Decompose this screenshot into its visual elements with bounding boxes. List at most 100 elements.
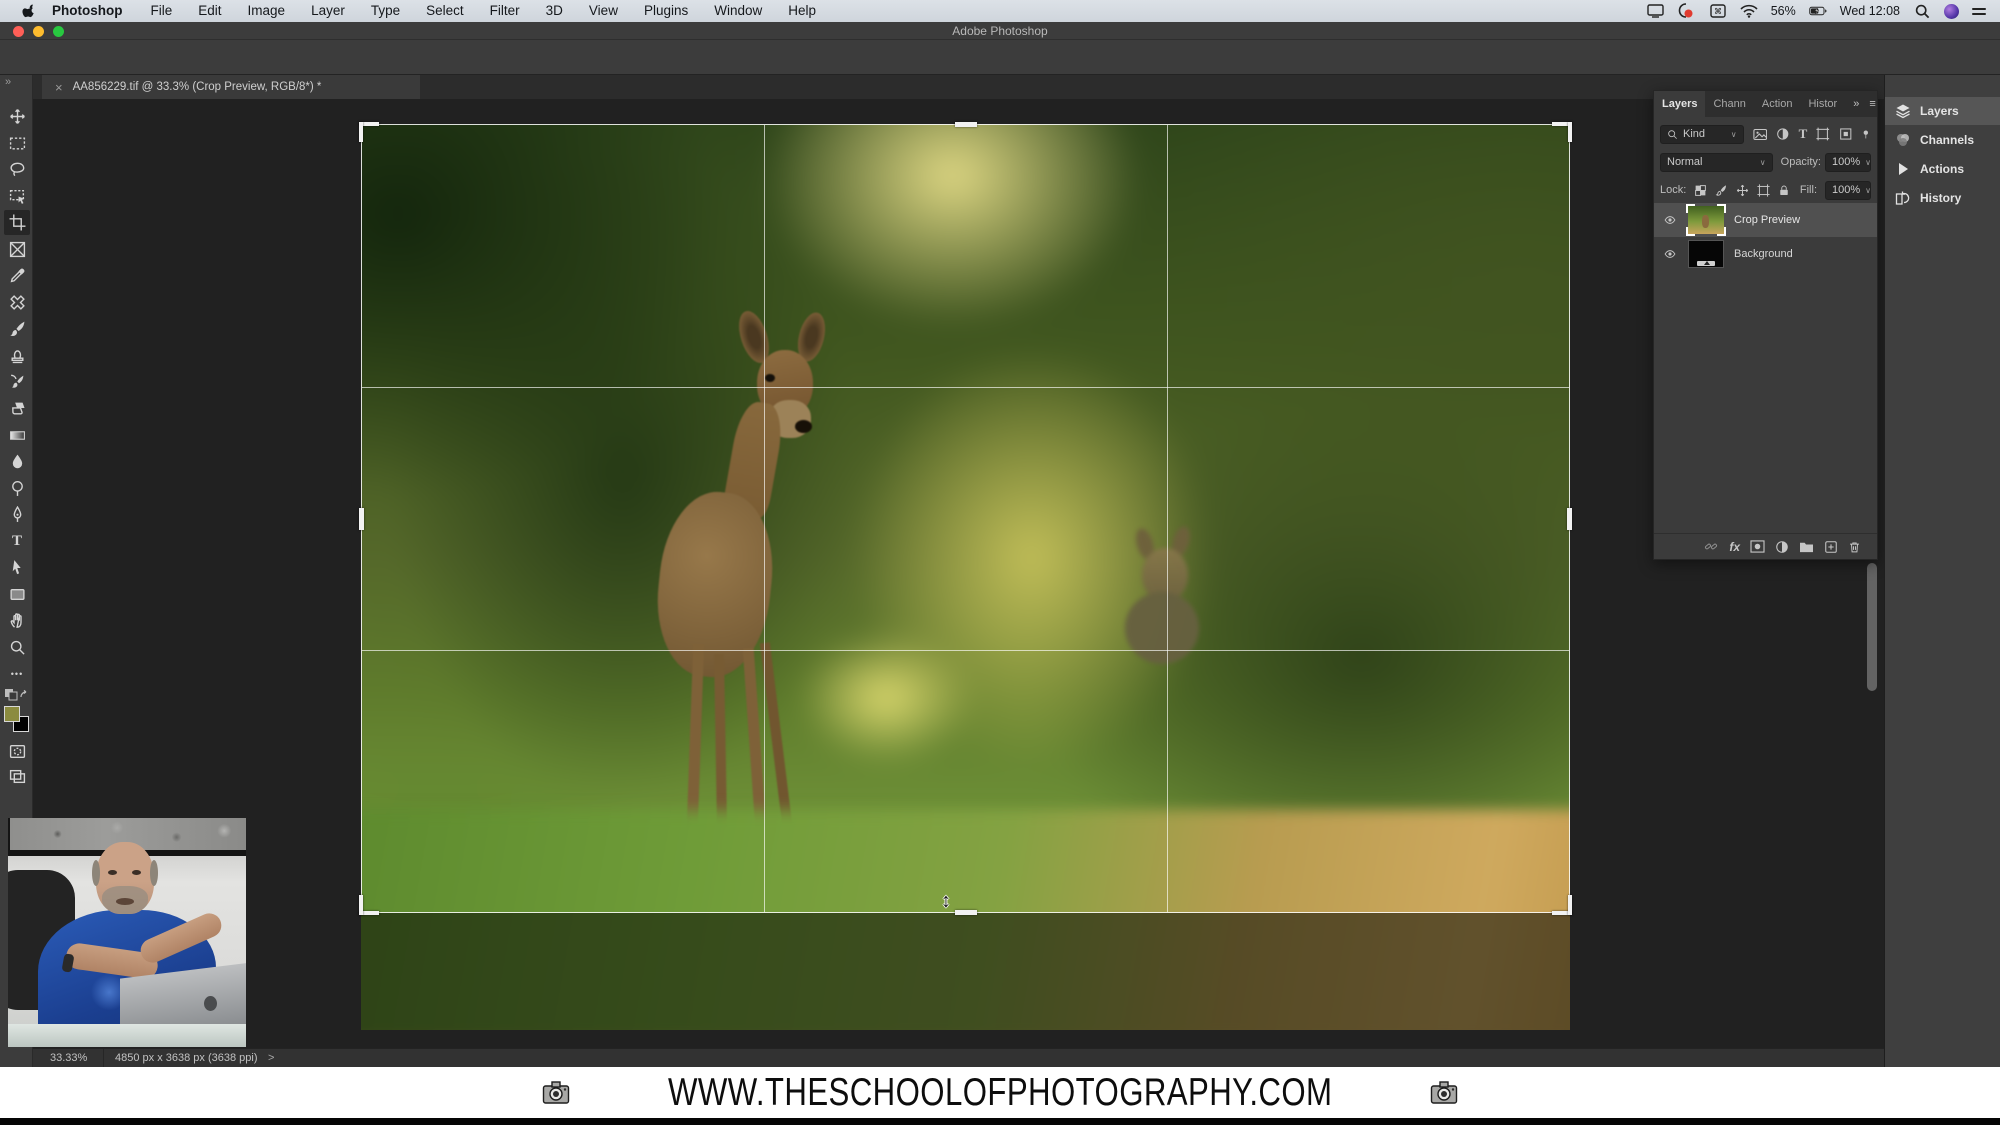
crop-handle-top-left[interactable]	[359, 122, 363, 142]
menu-plugins[interactable]: Plugins	[631, 0, 701, 22]
add-layer-mask-icon[interactable]	[1750, 540, 1765, 553]
quick-mask-icon[interactable]	[4, 739, 30, 764]
lock-pixels-icon[interactable]	[1715, 184, 1728, 197]
blend-mode-select[interactable]: Normal ∨	[1660, 153, 1773, 172]
layer-visibility-eye-icon[interactable]	[1662, 214, 1678, 226]
layer-row-background[interactable]: Background	[1654, 237, 1877, 271]
apple-menu-icon[interactable]	[22, 3, 37, 19]
link-layers-icon[interactable]	[1703, 540, 1719, 553]
zoom-level-value[interactable]: 33.33%	[50, 1052, 87, 1064]
crop-handle-left[interactable]	[359, 508, 364, 530]
menu-help[interactable]: Help	[775, 0, 829, 22]
close-tab-icon[interactable]: ×	[55, 80, 63, 95]
crop-handle-top[interactable]	[955, 122, 977, 127]
hand-tool[interactable]	[4, 608, 30, 633]
history-brush-tool[interactable]	[4, 369, 30, 394]
crop-bounding-box[interactable]	[361, 124, 1570, 913]
vertical-scrollbar-thumb[interactable]	[1867, 563, 1877, 691]
keyboard-shortcut-icon[interactable]: ⌘	[1709, 4, 1727, 19]
menu-select[interactable]: Select	[413, 0, 477, 22]
new-group-icon[interactable]	[1799, 540, 1814, 553]
filter-toggle-icon[interactable]	[1861, 127, 1871, 142]
opacity-select[interactable]: 100% ∨	[1825, 153, 1871, 172]
filter-type-layers-icon[interactable]: T	[1799, 126, 1808, 142]
filter-pixel-layers-icon[interactable]	[1753, 128, 1768, 141]
new-layer-icon[interactable]	[1824, 540, 1838, 554]
crop-handle-bottom[interactable]	[955, 910, 977, 915]
lock-all-icon[interactable]	[1778, 184, 1790, 197]
document-tab[interactable]: × AA856229.tif @ 33.3% (Crop Preview, RG…	[42, 75, 420, 99]
filter-smart-objects-icon[interactable]	[1839, 127, 1853, 141]
menu-type[interactable]: Type	[358, 0, 413, 22]
minimize-window-button[interactable]	[33, 26, 44, 37]
new-adjustment-layer-icon[interactable]	[1775, 540, 1789, 554]
eyedropper-tool[interactable]	[4, 263, 30, 288]
menu-filter[interactable]: Filter	[477, 0, 533, 22]
crop-handle-top-right[interactable]	[1568, 122, 1572, 142]
tools-collapse-icon[interactable]: »	[5, 76, 11, 88]
menu-edit[interactable]: Edit	[185, 0, 234, 22]
dodge-tool[interactable]	[4, 476, 30, 501]
screen-mode-icon[interactable]	[4, 764, 30, 789]
eraser-tool[interactable]	[4, 396, 30, 421]
layer-row-crop-preview[interactable]: Crop Preview	[1654, 203, 1877, 237]
lock-transparency-icon[interactable]	[1694, 184, 1707, 197]
layer-thumbnail[interactable]	[1688, 240, 1724, 268]
crop-handle-right[interactable]	[1567, 508, 1572, 530]
wifi-icon[interactable]	[1740, 4, 1758, 19]
clone-stamp-tool[interactable]	[4, 343, 30, 368]
menu-photoshop[interactable]: Photoshop	[37, 0, 138, 22]
foreground-color-swatch[interactable]	[4, 706, 20, 722]
layer-thumbnail[interactable]	[1688, 206, 1724, 234]
dock-button-channels[interactable]: Channels	[1885, 126, 2000, 154]
object-selection-tool[interactable]	[4, 184, 30, 209]
panel-menu-icon[interactable]: ≡	[1867, 91, 1883, 117]
frame-tool[interactable]	[4, 237, 30, 262]
menu-image[interactable]: Image	[235, 0, 299, 22]
lock-artboard-icon[interactable]	[1757, 184, 1770, 197]
delete-layer-icon[interactable]	[1848, 540, 1861, 554]
dock-button-layers[interactable]: Layers	[1885, 97, 2000, 125]
tab-actions[interactable]: Action	[1754, 91, 1801, 117]
layer-style-fx-icon[interactable]: fx	[1729, 540, 1740, 554]
filter-adjustment-layers-icon[interactable]	[1776, 127, 1790, 141]
brush-tool[interactable]	[4, 316, 30, 341]
dock-button-actions[interactable]: Actions	[1885, 155, 2000, 183]
menu-view[interactable]: View	[576, 0, 631, 22]
close-window-button[interactable]	[13, 26, 24, 37]
shape-tool[interactable]	[4, 582, 30, 607]
menu-file[interactable]: File	[138, 0, 186, 22]
gradient-tool[interactable]	[4, 423, 30, 448]
tab-layers[interactable]: Layers	[1654, 91, 1705, 117]
dock-button-history[interactable]: History	[1885, 184, 2000, 212]
swap-colors-icon[interactable]	[4, 688, 28, 707]
menu-window[interactable]: Window	[701, 0, 775, 22]
lasso-tool[interactable]	[4, 157, 30, 182]
tab-history[interactable]: Histor	[1800, 91, 1845, 117]
lock-position-icon[interactable]	[1736, 184, 1749, 197]
pen-tool[interactable]	[4, 502, 30, 527]
marquee-tool[interactable]	[4, 131, 30, 156]
recording-indicator-icon[interactable]	[1678, 4, 1696, 19]
layer-name[interactable]: Background	[1734, 248, 1793, 260]
siri-icon[interactable]	[1944, 4, 1959, 19]
menu-3d[interactable]: 3D	[533, 0, 576, 22]
zoom-tool[interactable]	[4, 635, 30, 660]
status-chevron-icon[interactable]: >	[268, 1052, 274, 1064]
control-center-icon[interactable]	[1972, 8, 1986, 15]
edit-toolbar-icon[interactable]: •••	[4, 661, 30, 686]
menubar-clock[interactable]: Wed 12:08	[1840, 4, 1900, 18]
type-tool[interactable]: T	[4, 529, 30, 554]
spot-healing-brush-tool[interactable]	[4, 290, 30, 315]
crop-handle-bottom-right[interactable]	[1568, 895, 1572, 915]
layer-visibility-eye-icon[interactable]	[1662, 248, 1678, 260]
layer-filter-kind-select[interactable]: Kind ∨	[1660, 125, 1744, 144]
layer-name[interactable]: Crop Preview	[1734, 214, 1800, 226]
spotlight-search-icon[interactable]	[1913, 4, 1931, 19]
screen-mirroring-icon[interactable]	[1647, 4, 1665, 19]
path-selection-tool[interactable]	[4, 555, 30, 580]
crop-tool[interactable]	[4, 210, 30, 235]
panel-collapse-icon[interactable]: »	[1845, 91, 1867, 117]
menu-layer[interactable]: Layer	[298, 0, 358, 22]
fill-select[interactable]: 100% ∨	[1825, 181, 1871, 200]
